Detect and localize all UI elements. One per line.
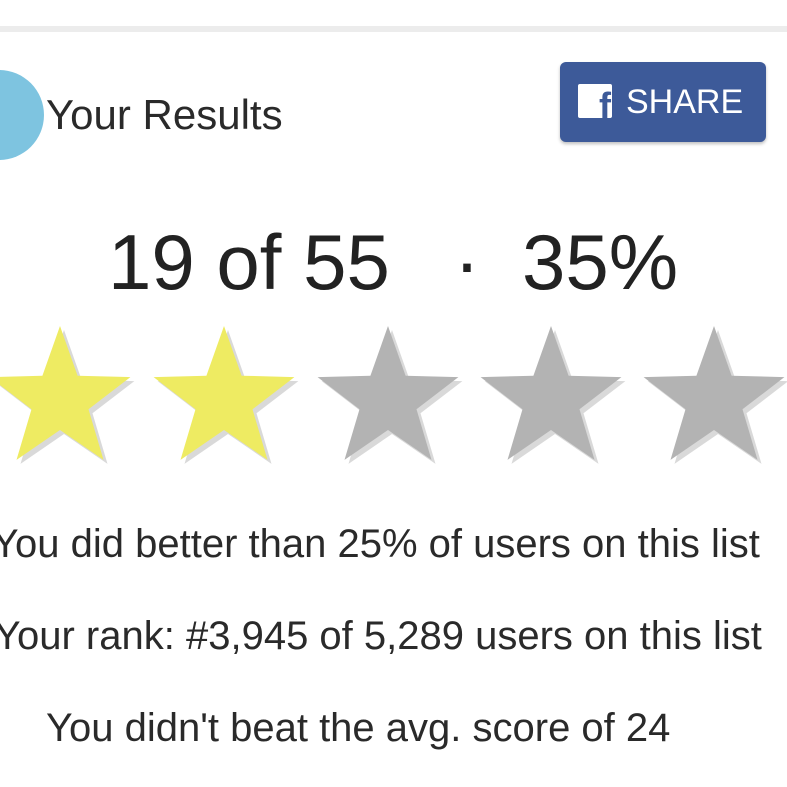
- facebook-icon: f: [578, 84, 612, 118]
- star-filled-icon: [153, 326, 299, 464]
- facebook-share-button[interactable]: f SHARE: [560, 62, 766, 142]
- score-percent: 35%: [522, 218, 679, 306]
- average-score-text: You didn't beat the avg. score of 24: [46, 706, 671, 750]
- star-filled-icon: [0, 326, 135, 464]
- rank-text: Your rank: #3,945 of 5,289 users on this…: [0, 614, 762, 658]
- results-page: Your Results f SHARE 19 of 55 · 35% You …: [0, 0, 787, 787]
- avatar: [0, 70, 44, 160]
- better-than-text: You did better than 25% of users on this…: [0, 522, 760, 566]
- star-empty-icon: [480, 326, 626, 464]
- star-empty-icon: [643, 326, 787, 464]
- star-empty-icon: [317, 326, 463, 464]
- share-button-label: SHARE: [626, 83, 744, 121]
- star-rating: [0, 322, 787, 464]
- score-separator: ·: [454, 218, 480, 306]
- top-divider: [0, 26, 787, 32]
- score-count: 19 of 55: [108, 218, 390, 306]
- results-title: Your Results: [46, 91, 283, 138]
